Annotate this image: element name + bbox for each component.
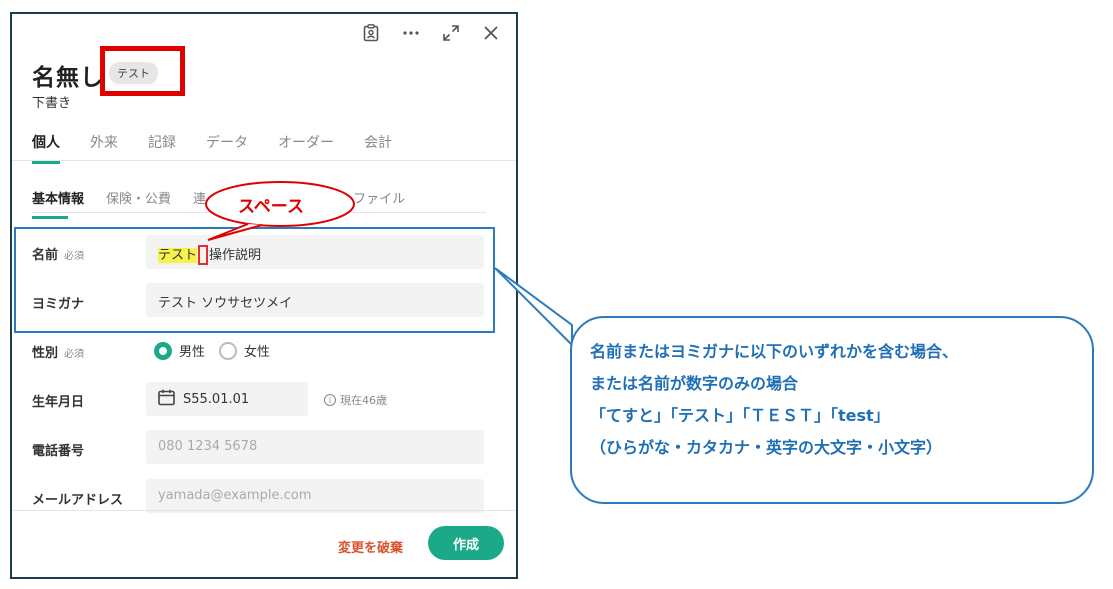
note-pointer bbox=[494, 267, 573, 348]
note-line: （ひらがな・カタカナ・英字の大文字・小文字） bbox=[590, 438, 943, 457]
space-callout-pointer bbox=[207, 223, 263, 241]
note-line: 名前またはヨミガナに以下のいずれかを含む場合、 bbox=[590, 342, 959, 361]
note-line: または名前が数字のみの場合 bbox=[590, 374, 799, 393]
space-callout-label: スペース bbox=[238, 197, 304, 217]
note-bubble: 名前またはヨミガナに以下のいずれかを含む場合、 または名前が数字のみの場合 「て… bbox=[570, 316, 1094, 504]
note-line: 「てすと」「テスト」「ＴＥＳＴ」「test」 bbox=[590, 406, 890, 425]
